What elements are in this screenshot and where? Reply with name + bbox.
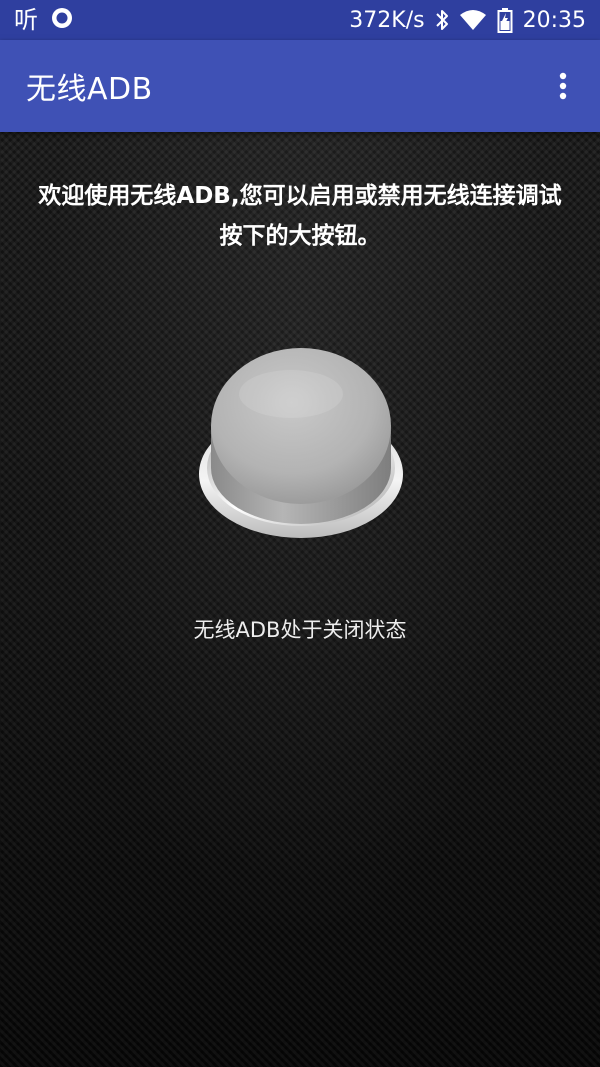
clock: 20:35: [522, 7, 586, 33]
app-title: 无线ADB: [26, 72, 153, 107]
bluetooth-icon: [435, 8, 449, 32]
net-speed: 372K/s: [349, 7, 425, 33]
wireless-adb-toggle-button[interactable]: [196, 344, 406, 544]
adb-status-text: 无线ADB处于关闭状态: [193, 618, 407, 642]
screen: 听 372K/s 20:35 无线ADB 欢迎使用无线ADB,您可以启用或禁用无…: [0, 0, 600, 1067]
battery-icon: [497, 7, 513, 33]
app-bar: 无线ADB: [0, 40, 600, 132]
more-options-button[interactable]: [548, 66, 578, 106]
welcome-message: 欢迎使用无线ADB,您可以启用或禁用无线连接调试按下的大按钮。: [38, 183, 562, 249]
status-right: 372K/s 20:35: [349, 7, 586, 33]
ting-app-icon: 听: [14, 6, 38, 34]
more-vert-icon: [559, 72, 567, 100]
status-left: 听: [14, 0, 74, 40]
record-circle-icon: [50, 6, 74, 34]
status-bar: 听 372K/s 20:35: [0, 0, 600, 40]
big-push-button-icon: [197, 348, 405, 538]
wifi-icon: [459, 9, 487, 31]
